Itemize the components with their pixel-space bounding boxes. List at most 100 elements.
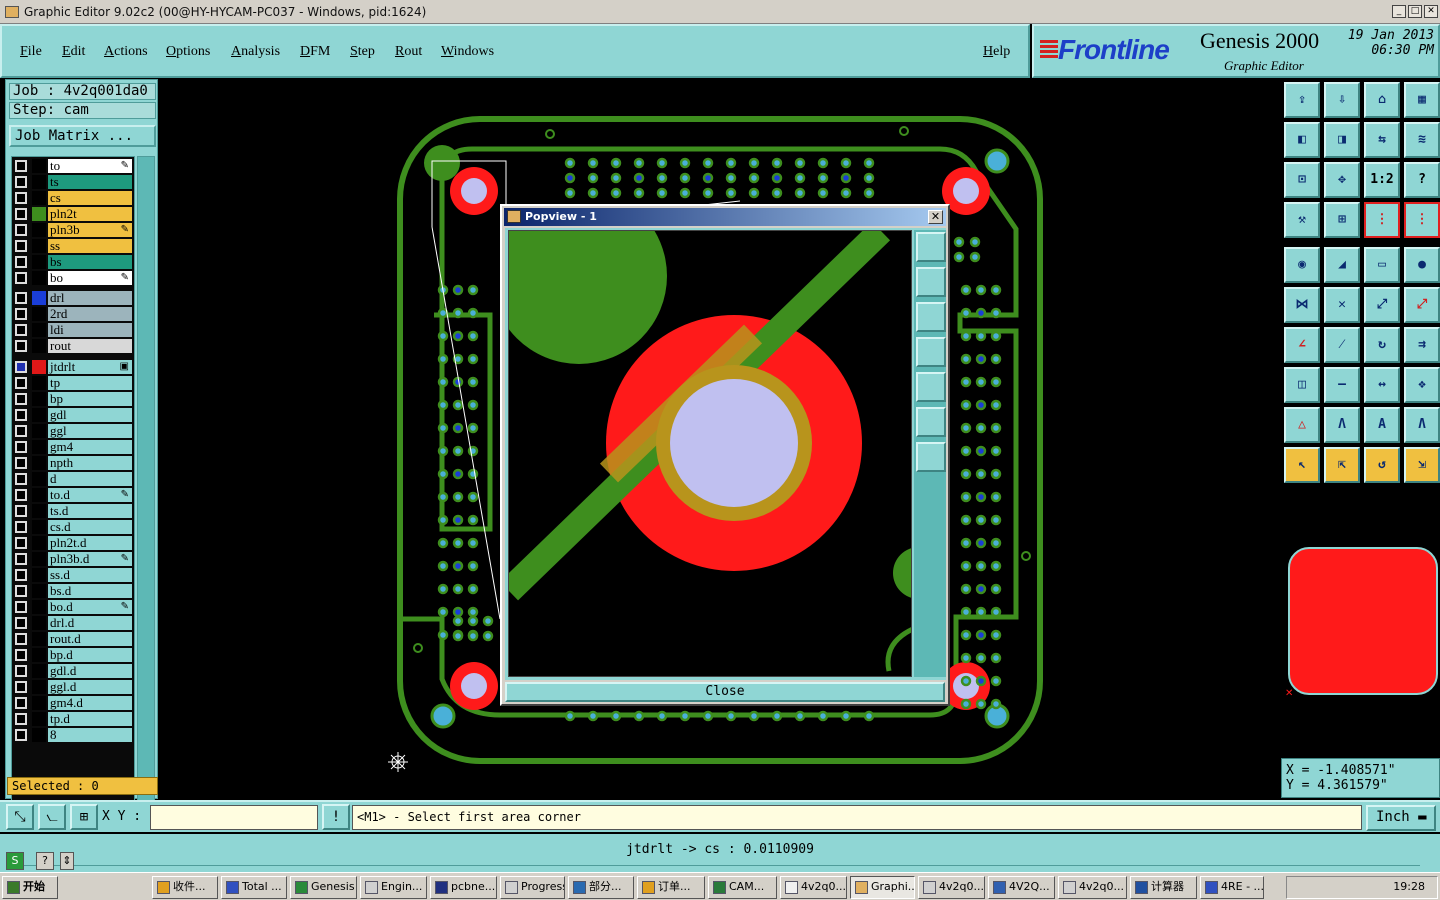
layer-color-swatch[interactable] — [32, 520, 46, 534]
layer-row-ggl-d[interactable]: ggl.d — [12, 680, 134, 694]
layer-color-swatch[interactable] — [32, 291, 46, 305]
layer-checkbox[interactable] — [15, 324, 27, 336]
layer-color-swatch[interactable] — [32, 255, 46, 269]
layer-color-swatch[interactable] — [32, 159, 46, 173]
layer-checkbox[interactable] — [15, 409, 27, 421]
zoom-fit-icon[interactable]: ⊡ — [1284, 162, 1320, 198]
layer-checkbox[interactable] — [15, 729, 27, 741]
layer-checkbox[interactable] — [15, 292, 27, 304]
triangle-icon[interactable]: △ — [1284, 407, 1320, 443]
units-selector[interactable]: Inch ▬ — [1366, 805, 1436, 831]
minimize-button[interactable]: _ — [1392, 5, 1406, 18]
layer-name[interactable]: drl.d — [48, 616, 132, 630]
layer-row-ss-d[interactable]: ss.d — [12, 568, 134, 582]
layer-checkbox[interactable] — [15, 361, 27, 373]
layer-color-swatch[interactable] — [32, 191, 46, 205]
layer-row-gdl[interactable]: gdl — [12, 408, 134, 422]
layer-checkbox[interactable] — [15, 617, 27, 629]
popview-title-bar[interactable]: Popview - 1 ✕ — [504, 208, 946, 226]
layer-name[interactable]: ggl.d — [48, 680, 132, 694]
arch-down-icon[interactable]: Ʌ — [1404, 407, 1440, 443]
layer-color-swatch[interactable] — [32, 175, 46, 189]
pan-left-icon[interactable]: ◧ — [1284, 122, 1320, 158]
pointer-move-icon[interactable]: ⇲ — [1404, 447, 1440, 483]
layer-row-to[interactable]: to ✎ — [12, 159, 134, 173]
layer-color-swatch[interactable] — [32, 696, 46, 710]
layer-color-swatch[interactable] — [32, 271, 46, 285]
job-matrix-button[interactable]: Job Matrix ... — [9, 125, 156, 147]
layer-checkbox[interactable] — [15, 393, 27, 405]
taskbar-item[interactable]: Total ... — [221, 876, 287, 899]
layer-name[interactable]: pln2t — [48, 207, 132, 221]
pointer-select-icon[interactable]: ⇱ — [1324, 447, 1360, 483]
layer-row-gm4[interactable]: gm4 — [12, 440, 134, 454]
layer-row-bs[interactable]: bs — [12, 255, 134, 269]
layer-color-swatch[interactable] — [32, 440, 46, 454]
layer-name[interactable]: gdl — [48, 408, 132, 422]
taskbar-item[interactable]: pcbne... — [430, 876, 497, 899]
dot-icon[interactable]: ● — [1404, 247, 1440, 283]
layer-row-to-d[interactable]: to.d ✎ — [12, 488, 134, 502]
layer-name[interactable]: cs.d — [48, 520, 132, 534]
layer-row-d[interactable]: d — [12, 472, 134, 486]
taskbar-item[interactable]: Graphi... — [850, 876, 915, 899]
layer-color-swatch[interactable] — [32, 600, 46, 614]
layer-checkbox[interactable] — [15, 425, 27, 437]
menu-help[interactable]: Help — [983, 44, 1010, 60]
layer-row-rout[interactable]: rout — [12, 339, 134, 353]
add-pad-icon[interactable]: ◉ — [1284, 247, 1320, 283]
layer-row-bs-d[interactable]: bs.d — [12, 584, 134, 598]
layer-row-jtdrlt[interactable]: jtdrlt ▣ — [12, 360, 134, 374]
layer-checkbox[interactable] — [15, 681, 27, 693]
layer-name[interactable]: bp.d — [48, 648, 132, 662]
group-icon[interactable]: ❖ — [1404, 367, 1440, 403]
popview-close-icon[interactable]: ✕ — [928, 210, 943, 224]
layer-row-rout-d[interactable]: rout.d — [12, 632, 134, 646]
layer-row-pln2t[interactable]: pln2t — [12, 207, 134, 221]
fit-button[interactable]: 1:2 — [1364, 162, 1400, 198]
layer-name[interactable]: bo ✎ — [48, 271, 132, 285]
script-icon[interactable]: S — [6, 852, 24, 870]
menu-options[interactable]: Options — [166, 44, 210, 60]
layer-name[interactable]: pln3b ✎ — [48, 223, 132, 237]
layer-name[interactable]: ts.d — [48, 504, 132, 518]
layer-checkbox[interactable] — [15, 340, 27, 352]
layer-name[interactable]: npth — [48, 456, 132, 470]
layer-color-swatch[interactable] — [32, 307, 46, 321]
layer-name[interactable]: d — [48, 472, 132, 486]
layer-color-swatch[interactable] — [32, 239, 46, 253]
layer-color-swatch[interactable] — [32, 392, 46, 406]
layer-color-swatch[interactable] — [32, 456, 46, 470]
layer-row-tp-d[interactable]: tp.d — [12, 712, 134, 726]
layer-row-8[interactable]: 8 — [12, 728, 134, 742]
layer-checkbox[interactable] — [15, 585, 27, 597]
layer-checkbox[interactable] — [15, 537, 27, 549]
spin-icon[interactable]: ⇕ — [60, 852, 74, 870]
layer-name[interactable]: bp — [48, 392, 132, 406]
layer-name[interactable]: to.d ✎ — [48, 488, 132, 502]
layer-checkbox[interactable] — [15, 649, 27, 661]
layer-checkbox[interactable] — [15, 601, 27, 613]
zoom-home-icon[interactable]: ⇪ — [1284, 82, 1320, 118]
grid-icon[interactable]: ⊞ — [70, 804, 98, 830]
layer-color-swatch[interactable] — [32, 680, 46, 694]
arch-icon[interactable]: A — [1364, 407, 1400, 443]
layer-name[interactable]: tp — [48, 376, 132, 390]
layer-color-swatch[interactable] — [32, 488, 46, 502]
layer-name[interactable]: tp.d — [48, 712, 132, 726]
layer-checkbox[interactable] — [15, 521, 27, 533]
layer-checkbox[interactable] — [15, 240, 27, 252]
layer-checkbox[interactable] — [15, 633, 27, 645]
layer-name[interactable]: pln2t.d — [48, 536, 132, 550]
triangle-up-icon[interactable]: Λ — [1324, 407, 1360, 443]
pointer-icon[interactable]: ↖ — [1284, 447, 1320, 483]
popview-window[interactable]: Popview - 1 ✕ Close — [500, 204, 950, 706]
layer-color-swatch[interactable] — [32, 376, 46, 390]
layer-name[interactable]: ss.d — [48, 568, 132, 582]
pan-right-icon[interactable]: ◨ — [1324, 122, 1360, 158]
swap-icon[interactable]: ⇆ — [1364, 122, 1400, 158]
alert-icon[interactable]: ! — [322, 804, 350, 830]
mirror-icon[interactable]: ⇉ — [1404, 327, 1440, 363]
layer-name[interactable]: gm4.d — [48, 696, 132, 710]
layer-color-swatch[interactable] — [32, 339, 46, 353]
